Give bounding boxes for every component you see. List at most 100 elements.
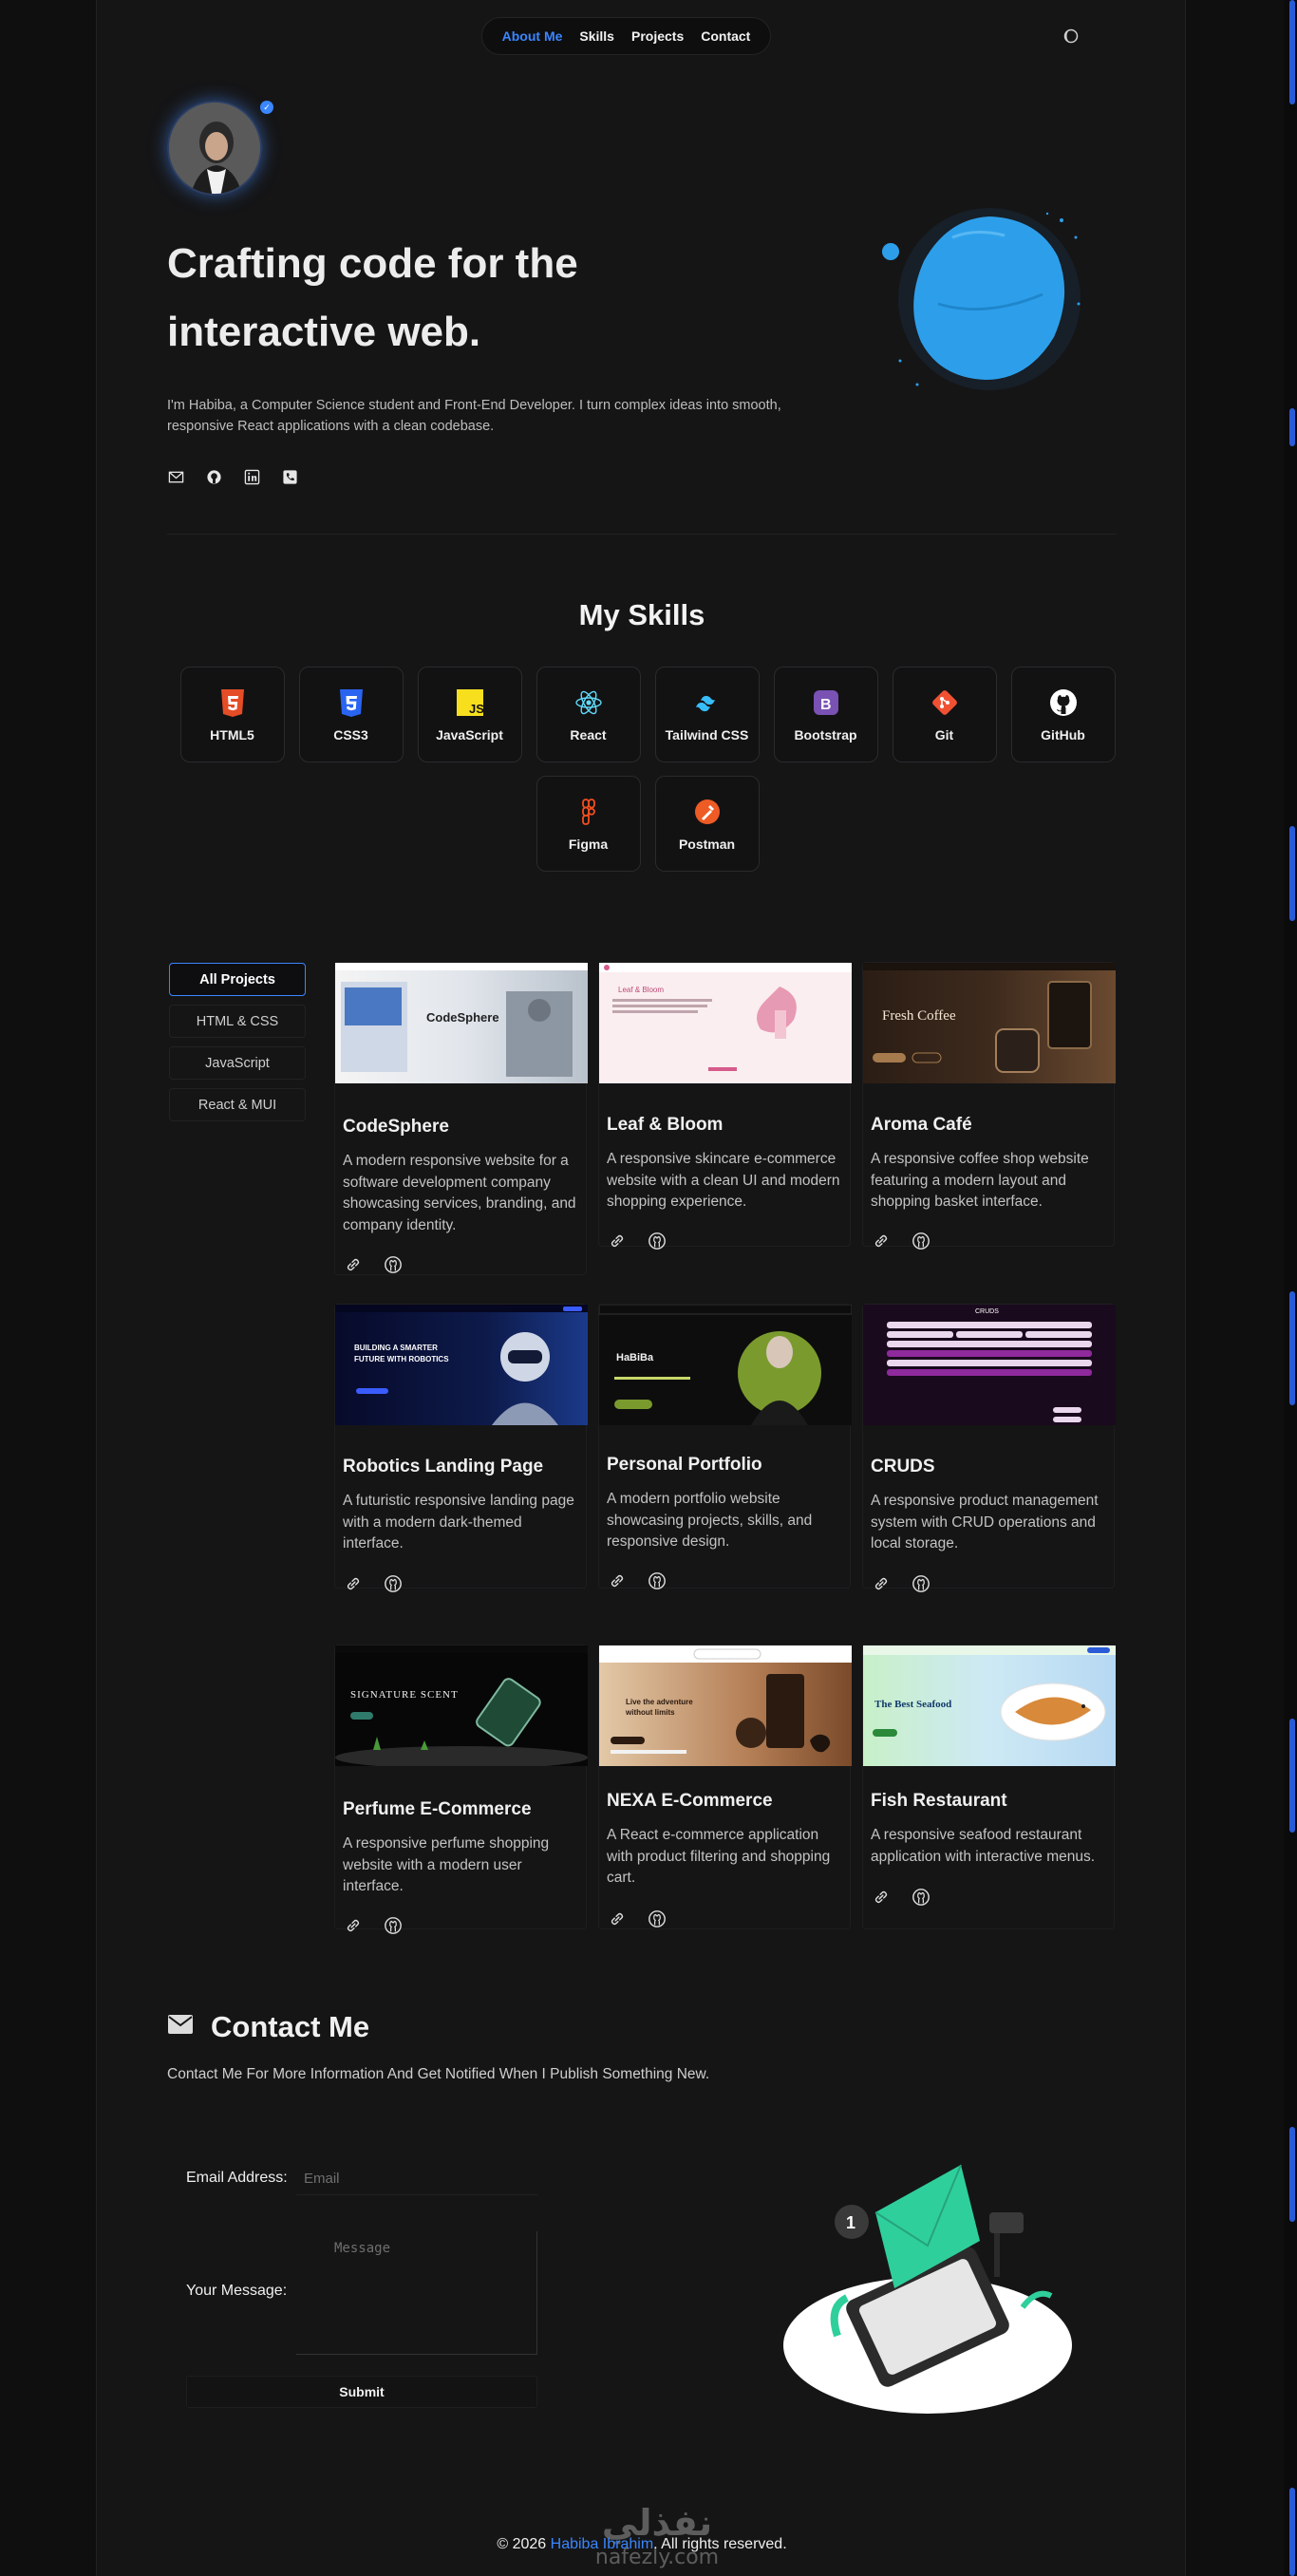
skill-card-javascript: JS JavaScript — [417, 667, 522, 762]
nav-contact[interactable]: Contact — [701, 28, 750, 44]
email-field[interactable] — [296, 2163, 537, 2195]
github-icon[interactable] — [911, 1573, 931, 1594]
project-title: Personal Portfolio — [607, 1455, 762, 1475]
project-thumbnail[interactable]: The Best Seafood — [863, 1645, 1116, 1766]
project-card-cruds: CRUDS CRUDS A responsive product managem… — [862, 1304, 1116, 1592]
skill-card-github: GitHub — [1010, 667, 1116, 762]
github-icon — [1049, 688, 1077, 716]
footer: © 2026 Habiba Ibrahim. All rights reserv… — [97, 2536, 1187, 2553]
project-thumbnail[interactable]: CodeSphere — [335, 963, 588, 1083]
thumb-label: CRUDS — [975, 1308, 999, 1315]
project-thumbnail[interactable]: CRUDS — [863, 1305, 1116, 1425]
verified-badge-icon: ✓ — [260, 101, 273, 114]
svg-text:1: 1 — [846, 2213, 855, 2232]
link-icon[interactable] — [343, 1915, 364, 1936]
project-links — [343, 1915, 404, 1936]
filter-react-mui[interactable]: React & MUI — [169, 1088, 306, 1121]
skill-label: JavaScript — [436, 726, 503, 743]
project-links — [607, 1908, 667, 1929]
project-description: A React e-commerce application with prod… — [607, 1827, 831, 1886]
filter-all-projects[interactable]: All Projects — [169, 963, 306, 996]
skills-title: My Skills — [578, 598, 705, 631]
skill-label: React — [570, 726, 607, 743]
submit-button[interactable]: Submit — [186, 2376, 537, 2408]
git-icon — [931, 689, 957, 715]
project-card-aroma-cafe: Fresh Coffee Aroma Café A responsive cof… — [862, 962, 1116, 1250]
nav-projects[interactable]: Projects — [631, 28, 684, 44]
nav-about[interactable]: About Me — [502, 28, 563, 44]
github-icon[interactable] — [647, 1908, 667, 1929]
project-description: A responsive seafood restaurant applicat… — [871, 1827, 1096, 1865]
link-icon[interactable] — [607, 1908, 628, 1929]
project-card-leaf-bloom: Leaf & Bloom Leaf & Bloom A responsive s… — [598, 962, 852, 1250]
hero-title: Crafting code for the interactive web. — [167, 240, 578, 355]
link-icon[interactable] — [871, 1887, 892, 1908]
project-title: Perfume E-Commerce — [343, 1799, 532, 1819]
skill-label: GitHub — [1041, 726, 1085, 743]
github-icon[interactable] — [647, 1231, 667, 1251]
skill-label: Bootstrap — [794, 726, 857, 743]
project-card-perfume: SIGNATURE SCENT Perfume E-Commerce A res… — [334, 1645, 588, 1934]
project-thumbnail[interactable]: SIGNATURE SCENT — [335, 1645, 588, 1766]
project-description: A responsive product management system w… — [871, 1493, 1099, 1551]
javascript-icon: JS — [456, 688, 484, 716]
github-icon[interactable] — [205, 468, 222, 485]
project-title: Aroma Café — [871, 1115, 972, 1135]
project-title: Fish Restaurant — [871, 1791, 1007, 1811]
project-card-fish-restaurant: The Best Seafood Fish Restaurant A respo… — [862, 1645, 1116, 1929]
github-icon[interactable] — [647, 1570, 667, 1591]
project-links — [343, 1573, 404, 1594]
page: About Me Skills Projects Contact ✓ Craft… — [96, 0, 1186, 2576]
link-icon[interactable] — [607, 1231, 628, 1251]
skill-label: Git — [934, 726, 954, 743]
thumb-label: SIGNATURE SCENT — [350, 1689, 459, 1701]
mail-icon[interactable] — [167, 468, 184, 485]
footer-author-link[interactable]: Habiba Ibrahim — [551, 2536, 654, 2552]
github-icon[interactable] — [383, 1573, 404, 1594]
project-card-codesphere: CodeSphere CodeSphere A modern responsiv… — [334, 962, 588, 1275]
skill-card-tailwind: Tailwind CSS — [654, 667, 760, 762]
project-thumbnail[interactable]: Live the adventure without limits — [599, 1645, 852, 1766]
thumb-label: Fresh Coffee — [882, 1008, 956, 1024]
skill-label: HTML5 — [210, 726, 254, 743]
link-icon[interactable] — [343, 1254, 364, 1275]
thumb-label: HaBiBa — [616, 1352, 654, 1363]
link-icon[interactable] — [607, 1570, 628, 1591]
skill-card-postman: Postman — [654, 776, 760, 872]
nav-skills[interactable]: Skills — [579, 28, 614, 44]
social-links — [167, 468, 298, 485]
theme-toggle-moon-icon[interactable] — [1062, 27, 1081, 46]
phone-icon[interactable] — [281, 468, 298, 485]
skill-label: Postman — [678, 836, 736, 852]
filter-javascript[interactable]: JavaScript — [169, 1046, 306, 1080]
hero-blob-illustration — [882, 208, 1081, 390]
contact-subtitle: Contact Me For More Information And Get … — [167, 2066, 710, 2082]
link-icon[interactable] — [871, 1231, 892, 1251]
project-card-nexa: Live the adventure without limits NEXA E… — [598, 1645, 852, 1929]
project-description: A responsive perfume shopping website wi… — [343, 1835, 550, 1894]
github-icon[interactable] — [383, 1915, 404, 1936]
github-icon[interactable] — [383, 1254, 404, 1275]
project-thumbnail[interactable]: Fresh Coffee — [863, 963, 1116, 1083]
linkedin-icon[interactable] — [243, 468, 260, 485]
github-icon[interactable] — [911, 1887, 931, 1908]
project-links — [871, 1887, 931, 1908]
thumb-label: CodeSphere — [426, 1010, 499, 1025]
project-thumbnail[interactable]: HaBiBa — [599, 1305, 852, 1425]
filter-html-css[interactable]: HTML & CSS — [169, 1005, 306, 1038]
project-links — [343, 1254, 404, 1275]
postman-icon — [694, 799, 720, 824]
github-icon[interactable] — [911, 1231, 931, 1251]
link-icon[interactable] — [871, 1573, 892, 1594]
project-thumbnail[interactable]: Leaf & Bloom — [599, 963, 852, 1083]
thumb-label: BUILDING A SMARTER FUTURE WITH ROBOTICS — [354, 1344, 449, 1363]
project-thumbnail[interactable]: BUILDING A SMARTER FUTURE WITH ROBOTICS — [335, 1305, 588, 1425]
project-description: A modern portfolio website showcasing pr… — [607, 1491, 813, 1550]
skill-card-git: Git — [892, 667, 997, 762]
scrollbar[interactable] — [1284, 0, 1297, 2576]
message-field[interactable] — [296, 2231, 537, 2355]
footer-copyright: © 2026 — [497, 2536, 547, 2552]
project-links — [607, 1231, 667, 1251]
skill-label: Figma — [568, 836, 609, 852]
link-icon[interactable] — [343, 1573, 364, 1594]
